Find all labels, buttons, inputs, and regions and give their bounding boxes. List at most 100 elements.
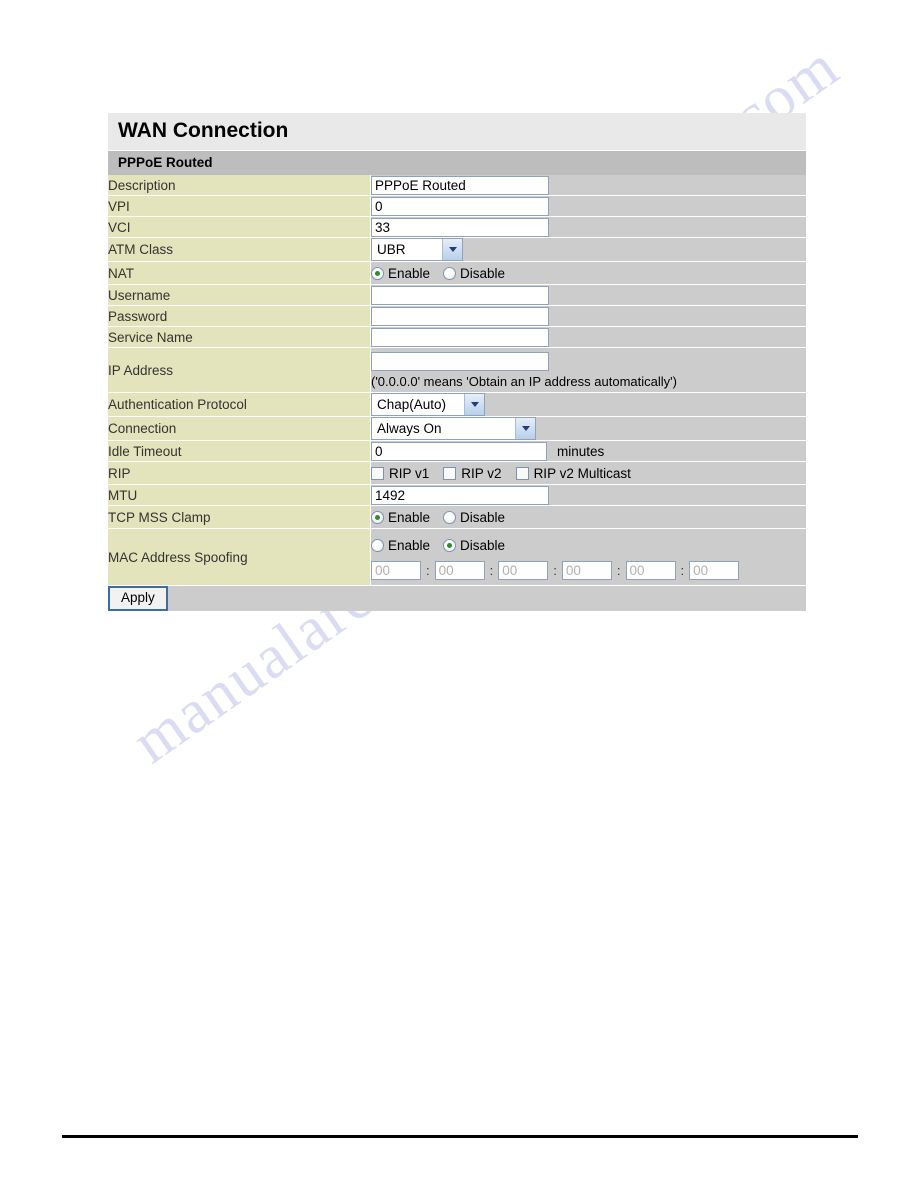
mac-separator: : [426,562,430,578]
label-connection: Connection [108,416,371,441]
tcp-mss-clamp-disable-radio[interactable]: Disable [443,510,505,525]
authentication-protocol-select[interactable]: Chap(Auto) [371,393,485,416]
tcp-mss-clamp-enable-label: Enable [388,509,431,525]
mac-spoofing-enable-radio[interactable]: Enable [371,538,430,553]
ip-address-hint: ('0.0.0.0' means 'Obtain an IP address a… [371,373,677,389]
label-authentication-protocol: Authentication Protocol [108,392,371,417]
checkbox-icon [371,466,384,480]
username-input[interactable] [371,285,549,305]
label-tcp-mss-clamp: TCP MSS Clamp [108,505,371,529]
idle-timeout-unit: minutes [557,443,605,459]
atm-class-select[interactable]: UBR [371,238,463,261]
table-row: VPI [108,195,806,217]
label-nat: NAT [108,261,371,285]
mac-octet-3[interactable] [498,560,549,580]
radio-dot-icon [371,510,384,524]
rip-v2-label: RIP v2 [461,465,502,481]
description-input[interactable] [371,175,549,195]
table-row: Connection Always On [108,416,806,441]
field-connection: Always On [370,416,806,441]
table-footer-row: Apply [108,585,806,612]
label-idle-timeout: Idle Timeout [108,440,371,462]
mac-octet-2[interactable] [434,560,485,580]
authentication-protocol-value: Chap(Auto) [377,397,447,412]
field-description [370,175,806,196]
field-nat: Enable Disable [370,261,806,285]
wan-settings-table: Description VPI VCI ATM Class [108,175,806,612]
mac-octet-1[interactable] [371,560,421,580]
field-idle-timeout: minutes [370,440,806,462]
chevron-down-icon [464,394,484,415]
checkbox-icon [443,466,457,480]
table-row: IP Address ('0.0.0.0' means 'Obtain an I… [108,347,806,393]
mac-separator: : [680,562,685,578]
field-service-name [370,326,806,348]
label-username: Username [108,284,371,306]
field-authentication-protocol: Chap(Auto) [370,392,806,417]
mac-spoofing-disable-radio[interactable]: Disable [443,538,505,553]
label-mac-address-spoofing: MAC Address Spoofing [108,528,371,586]
chevron-down-icon [442,239,462,260]
field-tcp-mss-clamp: Enable Disable [370,505,806,529]
mac-separator: : [489,562,494,578]
mac-octet-4[interactable] [561,560,612,580]
field-vci [370,216,806,238]
apply-button[interactable]: Apply [108,586,168,612]
wan-connection-panel: WAN Connection PPPoE Routed Description … [108,113,806,612]
field-username [370,284,806,306]
connection-select[interactable]: Always On [371,417,536,440]
password-input[interactable] [371,306,549,326]
table-row: Username [108,284,806,306]
field-mtu [370,484,806,506]
label-atm-class: ATM Class [108,237,371,262]
nat-disable-radio[interactable]: Disable [443,266,505,281]
radio-dot-icon [443,266,457,280]
label-description: Description [108,175,371,196]
vpi-input[interactable] [371,196,549,216]
table-row: RIP RIP v1 RIP v2 RIP v2 Multicast [108,461,806,485]
mtu-input[interactable] [371,485,549,505]
rip-v1-label: RIP v1 [389,465,430,481]
table-row: TCP MSS Clamp Enable Disable [108,505,806,529]
mac-spoofing-disable-label: Disable [460,538,506,553]
rip-v2-multicast-label: RIP v2 Multicast [533,465,631,481]
chevron-down-icon [515,418,535,439]
mac-octet-5[interactable] [625,560,676,580]
label-ip-address: IP Address [108,347,371,393]
table-row: Service Name [108,326,806,348]
table-row: MAC Address Spoofing Enable Disable 00:… [108,528,806,586]
nat-disable-label: Disable [460,265,506,281]
radio-dot-icon [443,539,457,552]
tcp-mss-clamp-disable-label: Disable [460,509,506,525]
label-service-name: Service Name [108,326,371,348]
field-atm-class: UBR [370,237,806,262]
idle-timeout-input[interactable] [371,441,547,461]
nat-enable-label: Enable [388,265,431,281]
rip-v2-multicast-checkbox[interactable]: RIP v2 Multicast [515,465,631,481]
ip-address-input[interactable] [371,351,549,371]
rip-v1-checkbox[interactable]: RIP v1 [371,466,429,481]
field-rip: RIP v1 RIP v2 RIP v2 Multicast [370,461,806,485]
table-row: ATM Class UBR [108,237,806,262]
tcp-mss-clamp-enable-radio[interactable]: Enable [371,510,430,525]
connection-value: Always On [377,421,442,436]
label-rip: RIP [108,461,371,485]
atm-class-value: UBR [377,242,406,257]
field-vpi [370,195,806,217]
radio-dot-icon [371,266,384,280]
rip-v2-checkbox[interactable]: RIP v2 [443,465,502,481]
page-title: WAN Connection [108,113,806,151]
table-row: VCI [108,216,806,238]
table-row: Authentication Protocol Chap(Auto) [108,392,806,417]
field-ip-address: ('0.0.0.0' means 'Obtain an IP address a… [370,347,806,393]
checkbox-icon [515,466,529,480]
table-row: Idle Timeout minutes [108,440,806,462]
service-name-input[interactable] [371,327,549,347]
label-password: Password [108,305,371,327]
mac-octet-6[interactable] [689,560,740,580]
vci-input[interactable] [371,217,549,237]
mac-separator: : [553,562,557,578]
radio-dot-icon [443,510,457,524]
table-row: NAT Enable Disable [108,261,806,285]
nat-enable-radio[interactable]: Enable [371,266,430,281]
